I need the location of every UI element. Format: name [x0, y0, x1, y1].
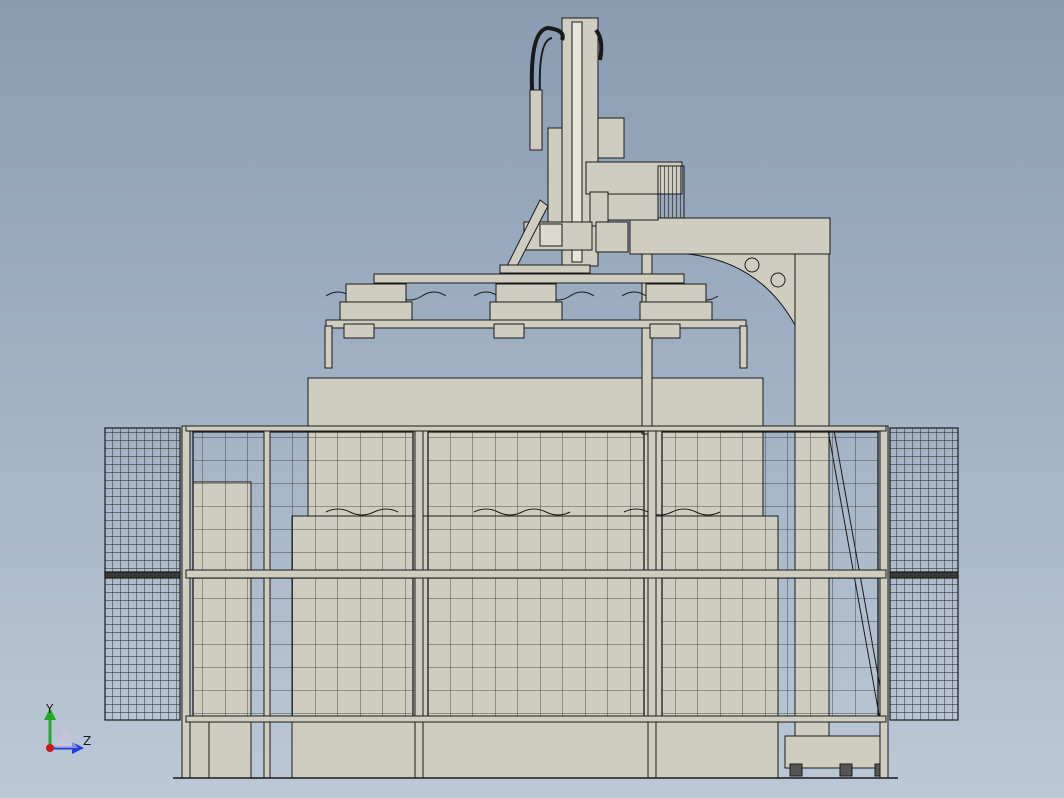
z-axis-label: Z — [83, 734, 91, 748]
fence-left-panel — [104, 427, 181, 721]
axis-triad: Y Z — [44, 702, 91, 754]
fence-right-panel — [889, 427, 959, 721]
y-axis-label: Y — [45, 702, 54, 716]
triad-plane — [54, 728, 78, 748]
cad-viewport[interactable]: Y Z — [0, 0, 1064, 798]
machine-drawing: Y Z — [44, 17, 959, 779]
x-axis-dot — [46, 744, 54, 752]
